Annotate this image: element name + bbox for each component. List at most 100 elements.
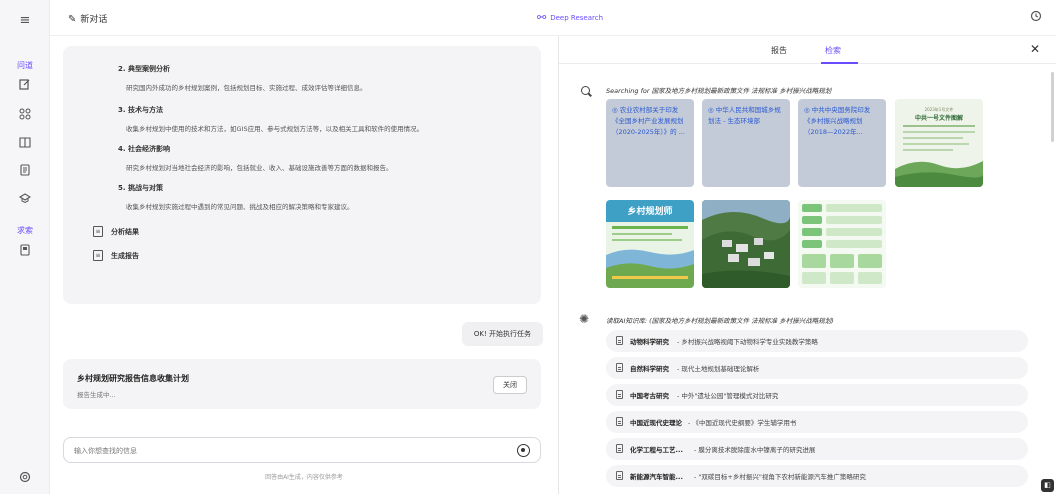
image-result-village-photo[interactable] xyxy=(702,200,790,288)
kb-list-item[interactable]: 动物科学研究 - 乡村振兴战略视阈下动物科学专业实践教学策略 xyxy=(606,330,1028,352)
edit-icon: ✎ xyxy=(68,14,77,25)
user-message-bubble: OK! 开始执行任务 xyxy=(461,322,543,346)
document-icon xyxy=(616,336,623,345)
tab-active-indicator xyxy=(821,62,858,64)
close-icon[interactable]: ✕ xyxy=(1030,42,1040,56)
section-label-qa: 问道 xyxy=(17,61,33,70)
kb-item-title: 中国考古研究 xyxy=(630,392,669,400)
plan-step: 3. 技术与方法 收集乡村规划中使用的技术和方法，如GIS应用、参与式规划方法等… xyxy=(118,105,423,133)
research-panel: 报告 检索 ✕ Searching for 国家及地方乡村规划最新政策文件 法规… xyxy=(558,36,1056,494)
kb-item-desc: - 膜分离技术脱除废水中镍离子的研究进展 xyxy=(694,446,816,454)
image-result-policy-poster[interactable]: 2023年1号文件 中共一号文件图解 xyxy=(895,99,983,187)
kb-item-desc: - 现代土地规划基础理论解析 xyxy=(677,365,760,373)
report-card-status: 报告生成中... xyxy=(77,391,116,399)
chat-bubble-icon[interactable]: ◧ xyxy=(1041,479,1054,492)
left-sidebar: ≡ 问道 求索 xyxy=(0,0,50,494)
report-card-title: 乡村规划研究报告信息收集计划 xyxy=(77,374,189,383)
research-plan-card: 2. 典型案例分析 研究国内外成功的乡村规划案例，包括规划目标、实施过程、成效评… xyxy=(63,46,541,304)
brain-icon: ✺ xyxy=(579,312,590,326)
kb-list-item[interactable]: 中国近现代史理论 - 《中国近现代史纲要》学生辅学用书 xyxy=(606,411,1028,433)
apps-icon[interactable] xyxy=(0,108,50,125)
search-result-text: ◎ 中华人民共和国城乡规划法 - 生态环境部 xyxy=(708,106,781,125)
search-query: 国家及地方乡村规划最新政策文件 法规标准 乡村振兴战略规划 xyxy=(651,87,832,95)
checklist-icon: ≡ xyxy=(93,226,103,237)
image-result-infographic[interactable] xyxy=(798,200,886,288)
document-icon: ≡ xyxy=(93,250,103,261)
book-icon[interactable] xyxy=(0,136,50,153)
search-result-card[interactable]: ◎ 农业农村部关于印发《全国乡村产业发展规划（2020-2025年）》的 ... xyxy=(606,99,694,187)
plan-step: 5. 挑战与对策 收集乡村规划实施过程中遇到的常见问题、挑战及相应的解决策略和专… xyxy=(118,183,354,211)
search-status: Searching for 国家及地方乡村规划最新政策文件 法规标准 乡村振兴战… xyxy=(606,85,831,95)
deep-research-label: Deep Research xyxy=(550,13,603,22)
ai-disclaimer: 回答由AI生成，内容仅供参考 xyxy=(265,474,343,481)
kb-item-title: 化学工程与工艺... xyxy=(630,446,683,454)
menu-icon[interactable]: ≡ xyxy=(0,13,50,29)
action-generate-report: ≡ 生成报告 xyxy=(93,250,139,261)
plan-step-desc: 研究乡村规划对当地社会经济的影响，包括就业、收入、基础设施改善等方面的数据和报告… xyxy=(126,164,393,172)
plan-step-title: 2. 典型案例分析 xyxy=(118,65,170,73)
image-result-rural-planner[interactable]: 乡村规划师 xyxy=(606,200,694,288)
report-icon[interactable] xyxy=(0,244,50,261)
tab-search[interactable]: 检索 xyxy=(825,45,841,56)
kb-list-item[interactable]: 自然科学研究 - 现代土地规划基础理论解析 xyxy=(606,357,1028,379)
plan-step-desc: 收集乡村规划实施过程中遇到的常见问题、挑战及相应的解决策略和专家建议。 xyxy=(126,203,354,211)
close-button[interactable]: 关闭 xyxy=(493,376,527,394)
tab-report[interactable]: 报告 xyxy=(771,45,787,56)
settings-icon[interactable] xyxy=(0,471,50,488)
action-label: 分析结果 xyxy=(111,227,139,236)
section-label-search: 求索 xyxy=(17,226,33,235)
kb-item-title: 新能源汽车智能... xyxy=(630,473,683,481)
search-result-card[interactable]: ◎ 中华人民共和国城乡规划法 - 生态环境部 xyxy=(702,99,790,187)
kb-item-desc: - 乡村振兴战略视阈下动物科学专业实践教学策略 xyxy=(677,338,818,346)
search-input-box xyxy=(63,437,541,463)
search-result-card[interactable]: ◎ 中共中央国务院印发《乡村振兴战略规划（2018—2022年... xyxy=(798,99,886,187)
plan-step: 2. 典型案例分析 研究国内外成功的乡村规划案例，包括规划目标、实施过程、成效评… xyxy=(118,64,367,92)
kb-item-title: 中国近现代史理论 xyxy=(630,419,682,427)
panel-scrollbar[interactable] xyxy=(1051,72,1054,142)
kb-item-title: 动物科学研究 xyxy=(630,338,669,346)
new-chat-label: 新对话 xyxy=(80,15,108,25)
send-icon[interactable] xyxy=(517,444,530,457)
panel-tabs: 报告 检索 ✕ xyxy=(559,36,1056,64)
kb-list-item[interactable]: 新能源汽车智能... - "双碳目标+乡村振兴"视角下农村新能源汽车推广策略研究 xyxy=(606,465,1028,487)
history-icon[interactable] xyxy=(1030,10,1042,25)
document-icon xyxy=(616,363,623,372)
document-icon xyxy=(616,390,623,399)
kb-list-item[interactable]: 化学工程与工艺... - 膜分离技术脱除废水中镍离子的研究进展 xyxy=(606,438,1028,460)
poster-title: 中共一号文件图解 xyxy=(915,114,963,122)
kb-item-desc: - 中外"遗址公园"管理模式对比研究 xyxy=(677,392,779,400)
deep-research-badge[interactable]: ⚯ Deep Research xyxy=(537,11,603,24)
planner-title: 乡村规划师 xyxy=(627,205,672,217)
search-result-text: ◎ 中共中央国务院印发《乡村振兴战略规划（2018—2022年... xyxy=(804,106,871,136)
plan-step: 4. 社会经济影响 研究乡村规划对当地社会经济的影响，包括就业、收入、基础设施改… xyxy=(118,144,393,172)
search-result-text: ◎ 农业农村部关于印发《全国乡村产业发展规划（2020-2025年）》的 ... xyxy=(612,106,685,136)
document-icon xyxy=(616,444,623,453)
document-icon xyxy=(616,471,623,480)
kb-list-item[interactable]: 中国考古研究 - 中外"遗址公园"管理模式对比研究 xyxy=(606,384,1028,406)
plan-step-title: 4. 社会经济影响 xyxy=(118,145,170,153)
document-icon xyxy=(616,417,623,426)
search-prefix: Searching for xyxy=(606,87,652,95)
plan-step-title: 3. 技术与方法 xyxy=(118,106,163,114)
plan-step-desc: 收集乡村规划中使用的技术和方法，如GIS应用、参与式规划方法等，以及相关工具和软… xyxy=(126,125,424,133)
plan-step-desc: 研究国内外成功的乡村规划案例，包括规划目标、实施过程、成效评估等详细信息。 xyxy=(126,84,367,92)
workflow-icon: ⚯ xyxy=(537,11,547,24)
new-chat-button[interactable]: ✎ 新对话 xyxy=(68,12,107,25)
kb-item-desc: - 《中国近现代史纲要》学生辅学用书 xyxy=(688,419,797,427)
chat-area: 2. 典型案例分析 研究国内外成功的乡村规划案例，包括规划目标、实施过程、成效评… xyxy=(50,36,558,494)
action-label: 生成报告 xyxy=(111,251,139,260)
plan-step-title: 5. 挑战与对策 xyxy=(118,184,163,192)
search-input[interactable] xyxy=(74,443,494,459)
document-icon[interactable] xyxy=(0,164,50,181)
kb-status: 读取AI知识库: (国家及地方乡村规划最新政策文件 法规标准 乡村振兴战略规划) xyxy=(606,315,834,325)
kb-item-desc: - "双碳目标+乡村振兴"视角下农村新能源汽车推广策略研究 xyxy=(694,473,866,481)
search-icon xyxy=(581,86,590,95)
top-header: ✎ 新对话 ⚯ Deep Research xyxy=(50,0,1056,36)
report-status-card: 乡村规划研究报告信息收集计划 报告生成中... 关闭 xyxy=(63,359,541,409)
poster-header: 2023年1号文件 xyxy=(925,106,954,112)
kb-query: (国家及地方乡村规划最新政策文件 法规标准 乡村振兴战略规划) xyxy=(649,317,834,325)
kb-item-title: 自然科学研究 xyxy=(630,365,669,373)
graduation-cap-icon[interactable] xyxy=(0,192,50,209)
action-analyze-results: ≡ 分析结果 xyxy=(93,226,139,237)
edit-icon[interactable] xyxy=(0,78,50,95)
